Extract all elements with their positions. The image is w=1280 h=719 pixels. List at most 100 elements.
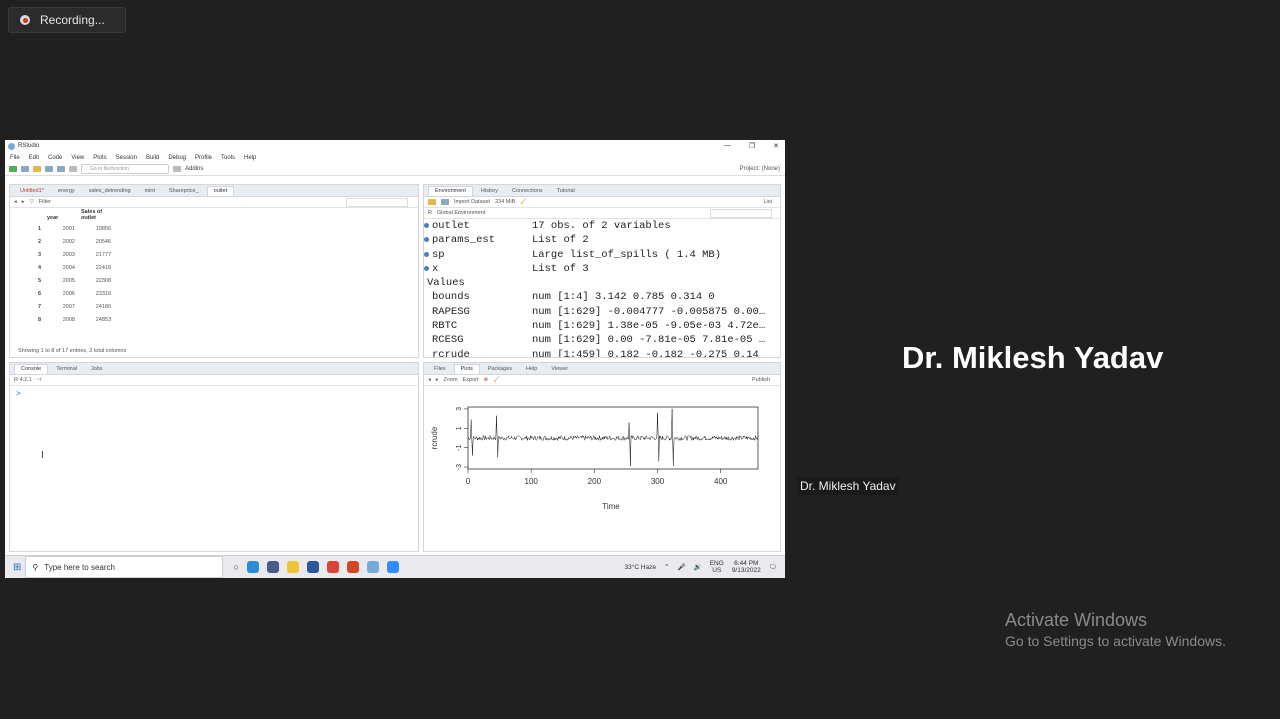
env-row-rcesg[interactable]: RCESG num [1:629] 0.00 -7.81e-05 7.81e-05…: [424, 333, 780, 347]
remove-plot-icon[interactable]: ⊗: [484, 377, 489, 383]
save-workspace-icon[interactable]: [441, 199, 449, 205]
filter-button[interactable]: Filter: [39, 199, 51, 205]
close-icon[interactable]: ✕: [773, 142, 779, 150]
save-all-icon[interactable]: [57, 166, 65, 172]
env-row-rbtc[interactable]: RBTC num [1:629] 1.38e-05 -9.05e-03 4.72e…: [424, 319, 780, 333]
col-header-sales[interactable]: Sales of outlet: [78, 208, 114, 222]
open-file-icon[interactable]: [33, 166, 41, 172]
menu-file[interactable]: File: [10, 155, 20, 161]
tab-jobs[interactable]: Jobs: [85, 365, 109, 374]
open-project-icon[interactable]: [21, 166, 29, 172]
env-row-params-est[interactable]: params_est List of 2: [424, 233, 780, 247]
print-icon[interactable]: [69, 166, 77, 172]
chevron-up-icon[interactable]: ⌃: [664, 563, 669, 571]
tab-shareprice[interactable]: Shareprice_: [163, 187, 205, 196]
project-menu[interactable]: Project: (None): [740, 166, 780, 172]
mic-icon[interactable]: 🎤: [678, 563, 686, 571]
volume-icon[interactable]: 🔊: [694, 563, 702, 571]
menu-profile[interactable]: Profile: [195, 155, 212, 161]
tab-mint[interactable]: mint: [139, 187, 161, 196]
menu-view[interactable]: View: [71, 155, 84, 161]
load-workspace-icon[interactable]: [428, 199, 436, 205]
menu-edit[interactable]: Edit: [29, 155, 39, 161]
maximize-icon[interactable]: ❐: [749, 142, 755, 150]
chrome-icon[interactable]: [326, 561, 339, 573]
tab-tutorial[interactable]: Tutorial: [551, 187, 581, 196]
cortana-icon[interactable]: ○: [233, 562, 238, 572]
publish-button[interactable]: Publish: [752, 377, 770, 383]
broom-icon[interactable]: 🧹: [520, 199, 527, 205]
tab-terminal[interactable]: Terminal: [50, 365, 83, 374]
col-header-year[interactable]: year: [44, 208, 78, 222]
tab-outlet[interactable]: outlet: [206, 186, 235, 196]
file-explorer-icon[interactable]: [286, 561, 299, 573]
tab-packages[interactable]: Packages: [482, 365, 518, 374]
back-icon[interactable]: ◂: [14, 199, 17, 205]
addins-menu[interactable]: Addins: [185, 166, 203, 172]
env-row-rapesg[interactable]: RAPESG num [1:629] -0.004777 -0.005875 0.…: [424, 305, 780, 319]
menu-debug[interactable]: Debug: [168, 155, 186, 161]
forward-icon[interactable]: ▸: [22, 199, 25, 205]
save-icon[interactable]: [45, 166, 53, 172]
menu-plots[interactable]: Plots: [93, 155, 106, 161]
language-select[interactable]: R: [428, 210, 432, 216]
new-file-icon[interactable]: [9, 166, 17, 172]
filter-icon[interactable]: ▽: [30, 199, 34, 205]
recording-indicator[interactable]: Recording...: [8, 7, 126, 33]
goto-file-input[interactable]: Go to file/function: [81, 164, 169, 174]
tab-environment[interactable]: Environment: [428, 186, 473, 196]
tab-history[interactable]: History: [475, 187, 504, 196]
menu-session[interactable]: Session: [116, 155, 137, 161]
taskbar-search-input[interactable]: ⚲ Type here to search: [25, 556, 224, 578]
store-icon[interactable]: [266, 561, 279, 573]
env-row-outlet[interactable]: outlet 17 obs. of 2 variables: [424, 219, 780, 233]
clock[interactable]: 6:44 PM 9/13/2022: [732, 560, 761, 574]
source-search-input[interactable]: [346, 197, 408, 207]
env-name: RCESG: [432, 334, 464, 347]
menu-build[interactable]: Build: [146, 155, 159, 161]
env-name: RAPESG: [432, 305, 470, 318]
console-input[interactable]: >: [10, 386, 418, 403]
tab-files[interactable]: Files: [428, 365, 452, 374]
menu-help[interactable]: Help: [244, 155, 256, 161]
tab-help[interactable]: Help: [520, 365, 543, 374]
view-mode-select[interactable]: List: [763, 199, 772, 205]
y-tick-label: 1: [456, 426, 463, 430]
tab-untitled1[interactable]: Untitled1*: [14, 187, 50, 196]
minimize-icon[interactable]: —: [724, 142, 731, 150]
rstudio-window: RStudio — ❐ ✕ File Edit Code View Plots …: [5, 140, 785, 578]
grid-icon[interactable]: [173, 166, 181, 172]
notifications-icon[interactable]: 🗨: [769, 563, 777, 571]
tab-console[interactable]: Console: [14, 364, 49, 374]
menu-tools[interactable]: Tools: [221, 155, 235, 161]
tab-viewer[interactable]: Viewer: [545, 365, 574, 374]
zoom-button[interactable]: Zoom: [444, 377, 458, 383]
language-indicator[interactable]: ENG US: [710, 560, 724, 574]
export-button[interactable]: Export: [463, 377, 479, 383]
edge-icon[interactable]: [246, 561, 259, 573]
tab-sales-detrending[interactable]: sales_detrending: [83, 187, 137, 196]
tab-energy[interactable]: energy: [52, 187, 81, 196]
rstudio-taskbar-icon[interactable]: [366, 561, 379, 573]
series-line-rcrude: [467, 408, 759, 467]
env-row-rcrude[interactable]: rcrude num [1:459] 0.182 -0.182 -0.275 0.…: [424, 348, 780, 357]
word-icon[interactable]: [306, 561, 319, 573]
env-row-sp[interactable]: sp Large list_of_spills ( 1.4 MB): [424, 248, 780, 262]
env-row-bounds[interactable]: bounds num [1:4] 3.142 0.785 0.314 0: [424, 290, 780, 304]
environment-search-input[interactable]: [710, 208, 772, 218]
powerpoint-icon[interactable]: [346, 561, 359, 573]
weather-status[interactable]: 33°C Haze: [625, 564, 657, 571]
zoom-app-icon[interactable]: [386, 561, 399, 573]
scope-select[interactable]: Global Environment: [437, 210, 485, 216]
env-row-x[interactable]: x List of 3: [424, 262, 780, 276]
clear-plots-icon[interactable]: 🧹: [493, 377, 500, 383]
menu-code[interactable]: Code: [48, 155, 62, 161]
next-plot-icon[interactable]: ▸: [436, 377, 439, 383]
window-title: RStudio: [18, 143, 40, 149]
prev-plot-icon[interactable]: ◂: [428, 377, 431, 383]
windows-start-icon[interactable]: ⊞: [13, 562, 21, 573]
tab-connections[interactable]: Connections: [506, 187, 549, 196]
memory-usage[interactable]: 234 MiB: [495, 199, 515, 205]
tab-plots[interactable]: Plots: [453, 364, 480, 374]
import-dataset-button[interactable]: Import Dataset: [454, 199, 490, 205]
